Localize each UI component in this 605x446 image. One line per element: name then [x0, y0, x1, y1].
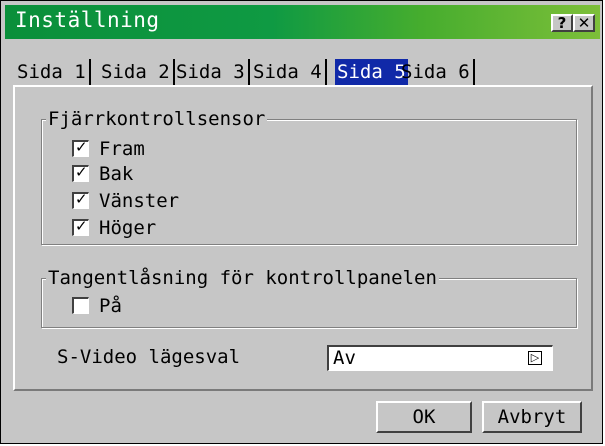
checkbox-fram-label: Fram — [99, 138, 145, 160]
key-lock-legend: Tangentlåsning för kontrollpanelen — [46, 267, 439, 289]
checkbox-pa-box[interactable] — [72, 297, 89, 314]
tab-sida-4[interactable]: Sida 4 — [251, 59, 327, 87]
title-bar[interactable]: Inställning ? ✕ — [5, 5, 600, 39]
key-lock-group: Tangentlåsning för kontrollpanelen På — [41, 267, 577, 328]
tab-sida-3[interactable]: Sida 3 — [174, 59, 250, 87]
checkbox-hoger[interactable]: ✓ Höger — [72, 215, 156, 241]
check-icon: ✓ — [75, 138, 88, 156]
tab-label: Sida 5 — [337, 61, 406, 83]
arrow-right-icon[interactable]: ▷ — [528, 351, 542, 365]
close-button[interactable]: ✕ — [573, 14, 595, 32]
checkbox-bak-label: Bak — [99, 163, 134, 185]
checkbox-vanster-label: Vänster — [99, 190, 180, 212]
checkbox-hoger-label: Höger — [99, 217, 157, 239]
tab-sida-1[interactable]: Sida 1 — [15, 59, 91, 87]
checkbox-fram-box[interactable]: ✓ — [72, 138, 89, 157]
cancel-button[interactable]: Avbryt — [482, 401, 582, 433]
window-title: Inställning — [15, 8, 160, 32]
tab-sida-5[interactable]: Sida 5 — [335, 59, 408, 87]
check-icon: ✓ — [75, 163, 88, 181]
tab-label: Sida 1 — [17, 61, 86, 83]
checkbox-fram[interactable]: ✓ Fram — [72, 136, 145, 162]
remote-sensor-legend: Fjärrkontrollsensor — [46, 108, 268, 130]
tab-sida-6[interactable]: Sida 6 — [399, 59, 475, 87]
checkbox-pa-label: På — [99, 295, 122, 317]
ok-button[interactable]: OK — [376, 401, 472, 433]
help-button[interactable]: ? — [551, 14, 573, 32]
svideo-value: Av — [333, 347, 356, 369]
check-icon: ✓ — [75, 217, 88, 235]
settings-dialog: Inställning ? ✕ Sida 1 Sida 2 Sida 3 Sid… — [0, 0, 603, 444]
checkbox-vanster[interactable]: ✓ Vänster — [72, 188, 179, 214]
checkbox-hoger-box[interactable]: ✓ — [72, 217, 89, 236]
tab-label: Sida 4 — [253, 61, 322, 83]
checkbox-bak-box[interactable]: ✓ — [72, 163, 89, 182]
checkbox-bak[interactable]: ✓ Bak — [72, 161, 133, 187]
check-icon: ✓ — [75, 190, 88, 208]
tab-label: Sida 6 — [401, 61, 470, 83]
svideo-select[interactable]: Av ▷ — [327, 345, 553, 371]
svideo-label: S-Video lägesval — [57, 346, 241, 368]
tab-label: Sida 2 — [101, 61, 170, 83]
remote-sensor-group: Fjärrkontrollsensor ✓ Fram ✓ Bak ✓ Vänster … — [41, 108, 577, 245]
tab-sida-2[interactable]: Sida 2 — [99, 59, 175, 87]
tab-label: Sida 3 — [176, 61, 245, 83]
checkbox-vanster-box[interactable]: ✓ — [72, 190, 89, 209]
checkbox-pa[interactable]: På — [72, 293, 122, 319]
